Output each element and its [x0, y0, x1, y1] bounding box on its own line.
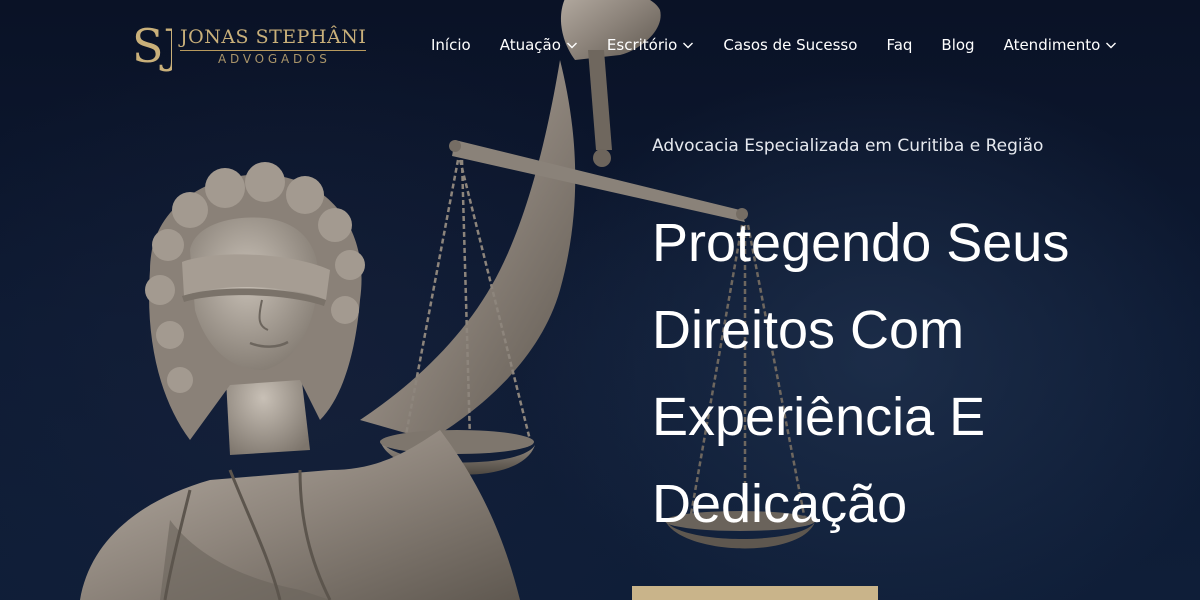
nav-item-casos-de-sucesso[interactable]: Casos de Sucesso — [723, 36, 857, 54]
hero-section: SJ JONAS STEPHÂNI ADVOGADOS Início Atuaç… — [0, 0, 1200, 600]
nav-item-label: Atuação — [499, 36, 561, 54]
svg-text:SJ: SJ — [132, 19, 172, 73]
nav-item-label: Casos de Sucesso — [723, 36, 858, 54]
site-header: SJ JONAS STEPHÂNI ADVOGADOS Início Atuaç… — [0, 0, 1200, 90]
headline-line: Dedicação — [652, 474, 908, 534]
headline-line: Experiência E — [652, 387, 986, 447]
hero-tagline: Advocacia Especializada em Curitiba e Re… — [652, 136, 1044, 156]
hero-headline: Protegendo Seus Direitos Com Experiência… — [652, 200, 1172, 548]
nav-item-faq[interactable]: Faq — [886, 36, 912, 54]
chevron-down-icon — [566, 42, 577, 49]
nav-item-atuacao[interactable]: Atuação — [500, 36, 578, 54]
nav-item-label: Escritório — [606, 36, 678, 54]
nav-item-label: Início — [431, 36, 471, 54]
nav-item-label: Atendimento — [1003, 36, 1101, 54]
nav-item-label: Blog — [941, 36, 975, 54]
nav-item-escritorio[interactable]: Escritório — [607, 36, 694, 54]
main-navigation: Início Atuação Escritório Casos de Suces… — [431, 34, 1117, 56]
nav-item-atendimento[interactable]: Atendimento — [1004, 36, 1118, 54]
cta-button[interactable] — [632, 586, 878, 600]
nav-item-label: Faq — [886, 36, 913, 54]
chevron-down-icon — [683, 42, 694, 49]
brand-name: JONAS STEPHÂNI — [180, 26, 367, 51]
nav-item-inicio[interactable]: Início — [431, 36, 471, 54]
brand-logo[interactable]: SJ JONAS STEPHÂNI ADVOGADOS — [130, 12, 370, 76]
headline-line: Protegendo Seus — [652, 213, 1070, 273]
nav-item-blog[interactable]: Blog — [941, 36, 974, 54]
chevron-down-icon — [1106, 42, 1117, 49]
headline-line: Direitos Com — [652, 300, 965, 360]
sj-monogram-icon: SJ — [132, 19, 172, 73]
brand-subtitle: ADVOGADOS — [218, 52, 331, 66]
